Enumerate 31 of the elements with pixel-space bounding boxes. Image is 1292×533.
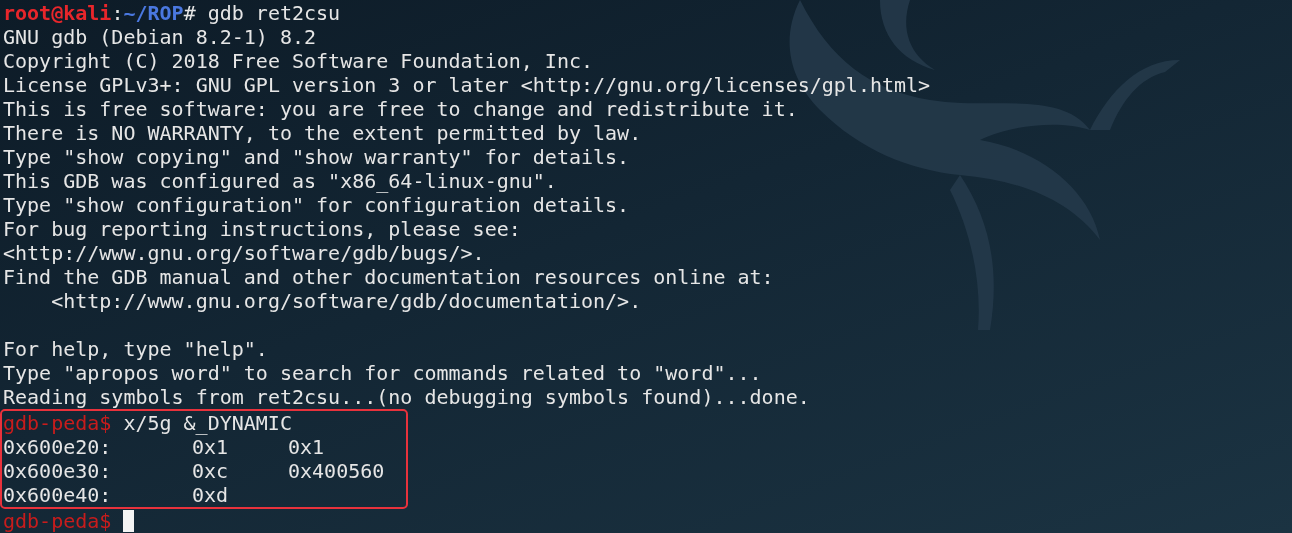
output-line: Type "show copying" and "show warranty" for details. — [2, 145, 631, 169]
memory-address: 0x600e20: — [3, 435, 113, 459]
gdb-prompt: gdb-peda$ — [3, 509, 112, 533]
prompt-user-host: root@kali — [3, 1, 112, 25]
output-line: For help, type "help". — [2, 337, 269, 361]
output-line: Type "apropos word" to search for commands related to "word"... — [2, 361, 763, 385]
output-line: This is free software: you are free to change and redistribute it. — [2, 97, 799, 121]
output-line: Copyright (C) 2018 Free Software Foundation, Inc. — [2, 49, 594, 73]
command-text: x/5g &_DYNAMIC — [123, 411, 292, 435]
output-line: For bug reporting instructions, please see: — [2, 217, 522, 241]
output-line: Reading symbols from ret2csu...(no debugging symbols found)...done. — [2, 385, 811, 409]
output-line: <http://www.gnu.org/software/gdb/documentation/>. — [50, 289, 643, 313]
memory-value: 0xc — [192, 459, 230, 483]
output-line: There is NO WARRANTY, to the extent permitted by law. — [2, 121, 643, 145]
memory-address: 0x600e40: — [3, 483, 113, 507]
output-line: GNU gdb (Debian 8.2-1) 8.2 — [2, 25, 318, 49]
memory-value: 0x1 — [288, 435, 326, 459]
memory-value: 0x1 — [192, 435, 230, 459]
output-line: License GPLv3+: GNU GPL version 3 or later <http://gnu.org/licenses/gpl.html> — [2, 73, 932, 97]
command-text: gdb ret2csu — [207, 1, 341, 25]
memory-value: 0xd — [192, 483, 230, 507]
prompt-separator: : — [111, 1, 124, 25]
output-line: This GDB was configured as "x86_64-linux-gnu". — [2, 169, 558, 193]
output-line: Type "show configuration" for configuration details. — [2, 193, 631, 217]
output-line: <http://www.gnu.org/software/gdb/bugs/>. — [2, 241, 486, 265]
output-line: Find the GDB manual and other documentation resources online at: — [2, 265, 775, 289]
memory-value: 0x400560 — [288, 459, 386, 483]
prompt-symbol: # — [183, 1, 196, 25]
prompt-path: ~/ROP — [123, 1, 184, 25]
gdb-prompt: gdb-peda$ — [3, 411, 112, 435]
memory-address: 0x600e30: — [3, 459, 113, 483]
